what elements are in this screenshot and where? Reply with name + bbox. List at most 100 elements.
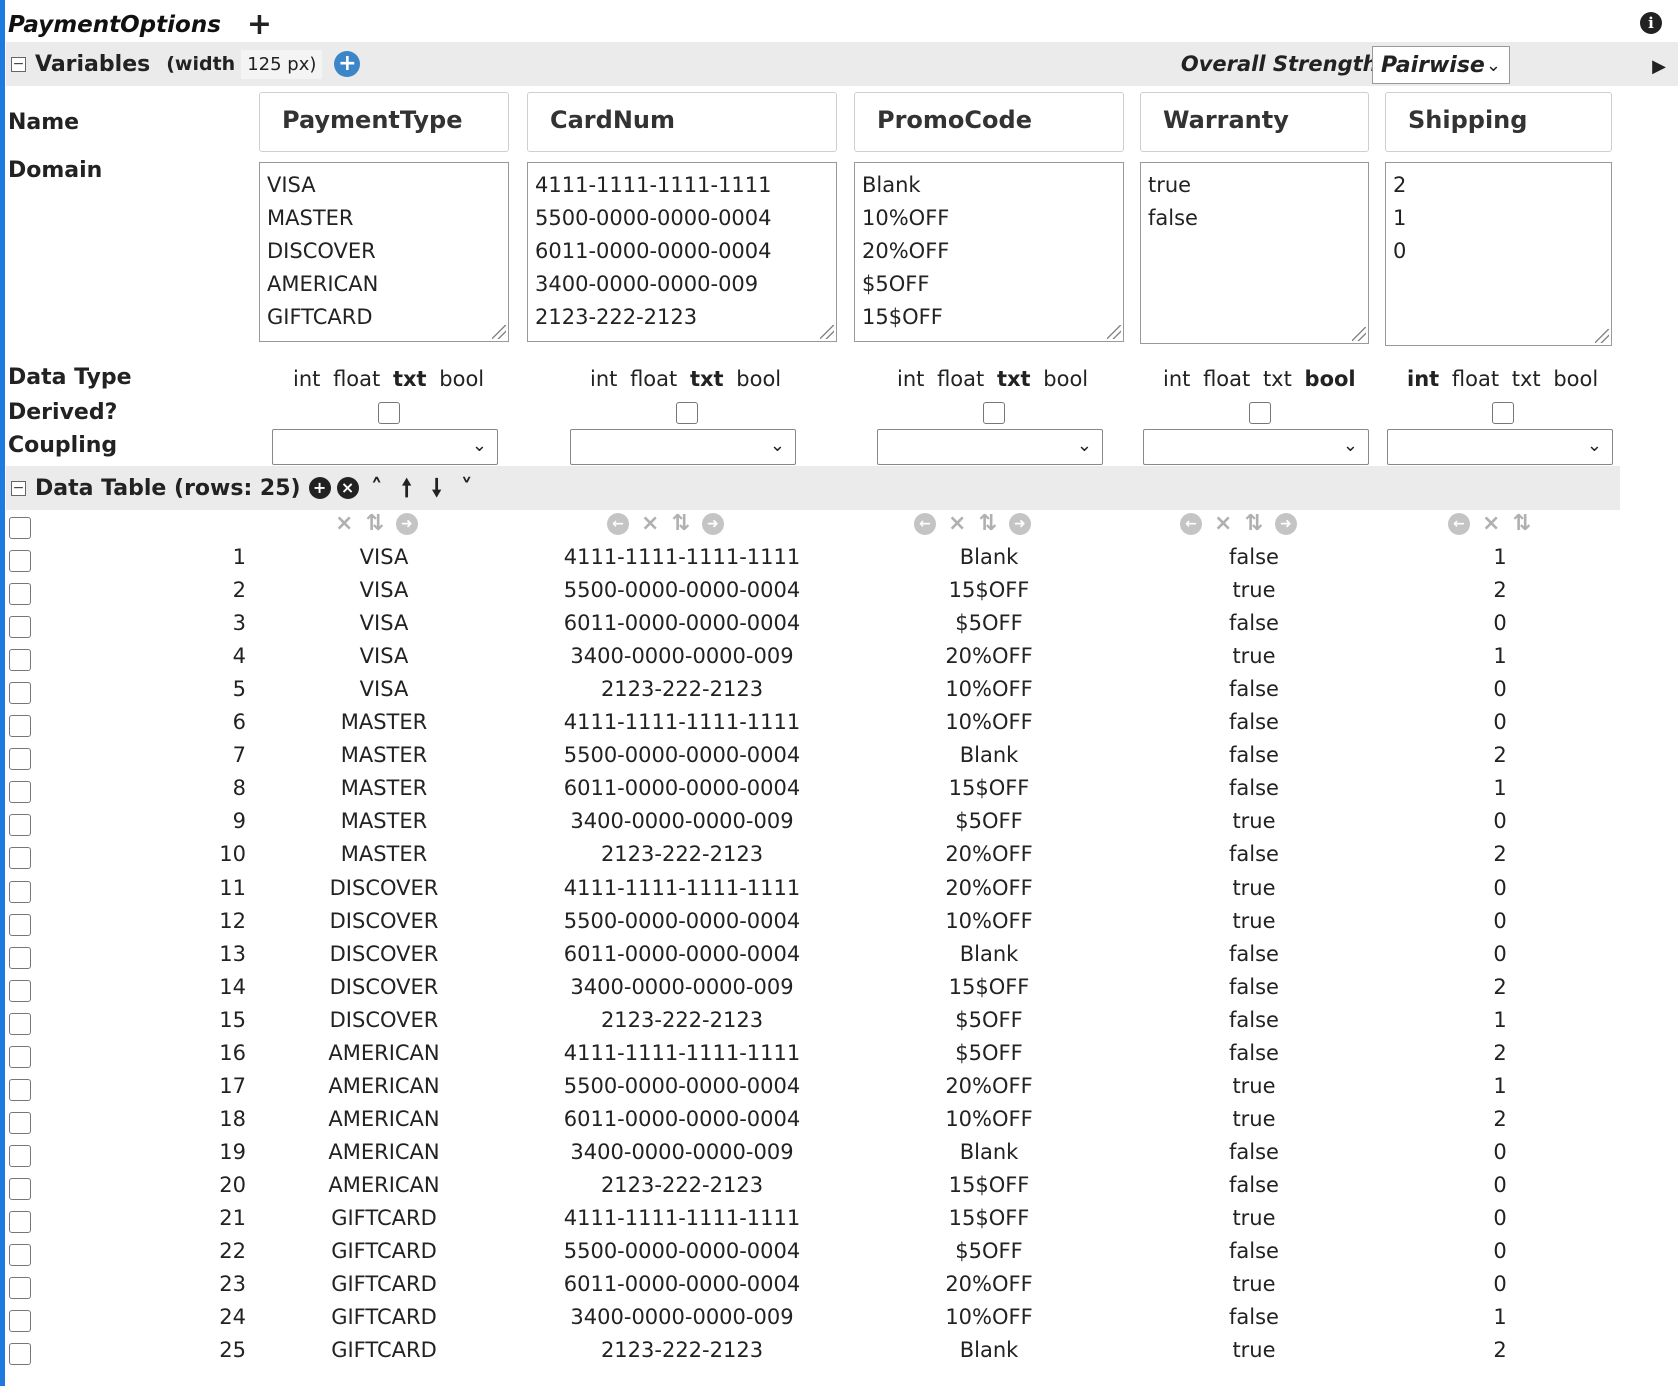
column-controls-cardnum: ← × ⇅ ➜ bbox=[607, 511, 724, 536]
info-icon[interactable]: i bbox=[1640, 12, 1662, 34]
coupling-select[interactable]: ⌄ bbox=[1143, 429, 1369, 465]
type-option-float[interactable]: float bbox=[1203, 367, 1250, 391]
arrow-left-circle-icon[interactable]: ← bbox=[1448, 512, 1470, 535]
type-option-int[interactable]: int bbox=[897, 367, 924, 391]
sort-icon[interactable]: ⇅ bbox=[671, 511, 689, 536]
derived-checkbox[interactable] bbox=[378, 402, 400, 424]
derived-checkbox[interactable] bbox=[676, 402, 698, 424]
variable-domain-textarea[interactable]: VISA MASTER DISCOVER AMERICAN GIFTCARD bbox=[259, 162, 509, 342]
arrow-left-circle-icon[interactable]: ← bbox=[607, 512, 629, 535]
type-option-txt[interactable]: txt bbox=[393, 367, 427, 391]
collapse-icon[interactable]: − bbox=[11, 480, 26, 496]
type-option-int[interactable]: int bbox=[1407, 367, 1439, 391]
arrow-right-circle-icon[interactable]: ➜ bbox=[1008, 512, 1031, 535]
remove-row-icon[interactable]: × bbox=[336, 477, 359, 499]
close-icon[interactable]: × bbox=[335, 511, 353, 536]
cell-shipping: 1 bbox=[1493, 644, 1507, 668]
close-icon[interactable]: × bbox=[1214, 511, 1232, 536]
play-icon[interactable]: ▶ bbox=[1652, 56, 1666, 77]
cell-shipping: 1 bbox=[1493, 776, 1507, 800]
resize-grip-icon[interactable] bbox=[820, 325, 834, 339]
type-option-int[interactable]: int bbox=[590, 367, 617, 391]
type-option-float[interactable]: float bbox=[333, 367, 380, 391]
type-option-bool[interactable]: bool bbox=[1305, 367, 1356, 391]
domain-values: 4111-1111-1111-1111 5500-0000-0000-0004 … bbox=[535, 173, 772, 329]
derived-row-label: Derived? bbox=[8, 400, 118, 425]
type-option-txt[interactable]: txt bbox=[1263, 367, 1292, 391]
width-input[interactable]: 125 px) bbox=[241, 49, 323, 79]
cell-cardnum: 2123-222-2123 bbox=[600, 842, 764, 866]
cell-cardnum: 4111-1111-1111-1111 bbox=[563, 710, 801, 734]
variable-name-field[interactable]: Shipping bbox=[1385, 92, 1612, 152]
coupling-select[interactable]: ⌄ bbox=[1387, 429, 1613, 465]
arrow-up-icon[interactable]: 🠕 bbox=[395, 476, 419, 500]
resize-grip-icon[interactable] bbox=[1352, 327, 1366, 341]
table-row: 20 AMERICAN 2123-222-2123 15$OFF false 0 bbox=[0, 1173, 1678, 1206]
arrow-right-circle-icon[interactable]: ➜ bbox=[1274, 512, 1297, 535]
cell-warranty: false bbox=[1229, 776, 1279, 800]
type-option-int[interactable]: int bbox=[1163, 367, 1190, 391]
sort-icon[interactable]: ⇅ bbox=[365, 511, 383, 536]
arrow-left-circle-icon[interactable]: ← bbox=[914, 512, 936, 535]
sort-icon[interactable]: ⇅ bbox=[1244, 511, 1262, 536]
variable-name-field[interactable]: PaymentType bbox=[259, 92, 509, 152]
derived-checkbox[interactable] bbox=[983, 402, 1005, 424]
type-option-bool[interactable]: bool bbox=[1553, 367, 1598, 391]
type-option-float[interactable]: float bbox=[937, 367, 984, 391]
variable-name-field[interactable]: Warranty bbox=[1140, 92, 1369, 152]
arrow-right-circle-icon[interactable]: ➜ bbox=[395, 512, 418, 535]
arrow-right-circle-icon[interactable]: ➜ bbox=[701, 512, 724, 535]
add-variable-icon[interactable]: + bbox=[334, 51, 361, 77]
chevron-down-icon: ⌄ bbox=[1342, 435, 1358, 456]
variable-name-field[interactable]: PromoCode bbox=[854, 92, 1124, 152]
collapse-icon[interactable]: − bbox=[11, 56, 26, 72]
select-all-checkbox[interactable] bbox=[9, 517, 31, 539]
close-icon[interactable]: × bbox=[641, 511, 659, 536]
type-option-txt[interactable]: txt bbox=[1512, 367, 1541, 391]
column-controls-promocode: ← × ⇅ ➜ bbox=[914, 511, 1031, 536]
type-option-float[interactable]: float bbox=[630, 367, 677, 391]
derived-checkbox[interactable] bbox=[1492, 402, 1514, 424]
variable-domain-textarea[interactable]: 2 1 0 bbox=[1385, 162, 1612, 346]
type-option-txt[interactable]: txt bbox=[997, 367, 1031, 391]
resize-grip-icon[interactable] bbox=[1595, 329, 1609, 343]
type-option-float[interactable]: float bbox=[1452, 367, 1499, 391]
plus-icon[interactable]: + bbox=[247, 10, 272, 40]
strength-select[interactable]: Pairwise ⌄ bbox=[1372, 46, 1510, 84]
resize-grip-icon[interactable] bbox=[492, 325, 506, 339]
coupling-select[interactable]: ⌄ bbox=[272, 429, 498, 465]
row-number: 4 bbox=[232, 644, 246, 668]
cell-cardnum: 5500-0000-0000-0004 bbox=[563, 578, 801, 602]
type-option-bool[interactable]: bool bbox=[1043, 367, 1088, 391]
close-icon[interactable]: × bbox=[948, 511, 966, 536]
variable-name-field[interactable]: CardNum bbox=[527, 92, 837, 152]
derived-checkbox[interactable] bbox=[1249, 402, 1271, 424]
table-row: 1 VISA 4111-1111-1111-1111 Blank false 1 bbox=[0, 545, 1678, 578]
cell-shipping: 2 bbox=[1493, 1107, 1507, 1131]
cell-promocode: Blank bbox=[959, 545, 1019, 569]
coupling-select[interactable]: ⌄ bbox=[877, 429, 1103, 465]
resize-grip-icon[interactable] bbox=[1107, 325, 1121, 339]
arrow-down-icon[interactable]: 🠗 bbox=[425, 476, 449, 500]
arrow-left-circle-icon[interactable]: ← bbox=[1180, 512, 1202, 535]
variable-domain-textarea[interactable]: Blank 10%OFF 20%OFF $5OFF 15$OFF bbox=[854, 162, 1124, 342]
cell-shipping: 0 bbox=[1493, 1239, 1507, 1263]
variable-domain-textarea[interactable]: true false bbox=[1140, 162, 1369, 344]
add-row-icon[interactable]: + bbox=[308, 477, 331, 499]
variable-domain-textarea[interactable]: 4111-1111-1111-1111 5500-0000-0000-0004 … bbox=[527, 162, 837, 342]
close-icon[interactable]: × bbox=[1482, 511, 1500, 536]
cell-warranty: true bbox=[1232, 1338, 1276, 1362]
type-option-int[interactable]: int bbox=[293, 367, 320, 391]
chevron-down-icon[interactable]: ˅ bbox=[455, 476, 479, 500]
cell-cardnum: 5500-0000-0000-0004 bbox=[563, 743, 801, 767]
data-type-options: int float txt bool bbox=[897, 367, 1088, 391]
table-row: 5 VISA 2123-222-2123 10%OFF false 0 bbox=[0, 677, 1678, 710]
type-option-bool[interactable]: bool bbox=[736, 367, 781, 391]
sort-icon[interactable]: ⇅ bbox=[978, 511, 996, 536]
type-option-txt[interactable]: txt bbox=[690, 367, 724, 391]
chevron-up-icon[interactable]: ˄ bbox=[365, 476, 389, 500]
type-option-bool[interactable]: bool bbox=[439, 367, 484, 391]
coupling-select[interactable]: ⌄ bbox=[570, 429, 796, 465]
sort-icon[interactable]: ⇅ bbox=[1512, 511, 1530, 536]
row-number: 10 bbox=[219, 842, 246, 866]
